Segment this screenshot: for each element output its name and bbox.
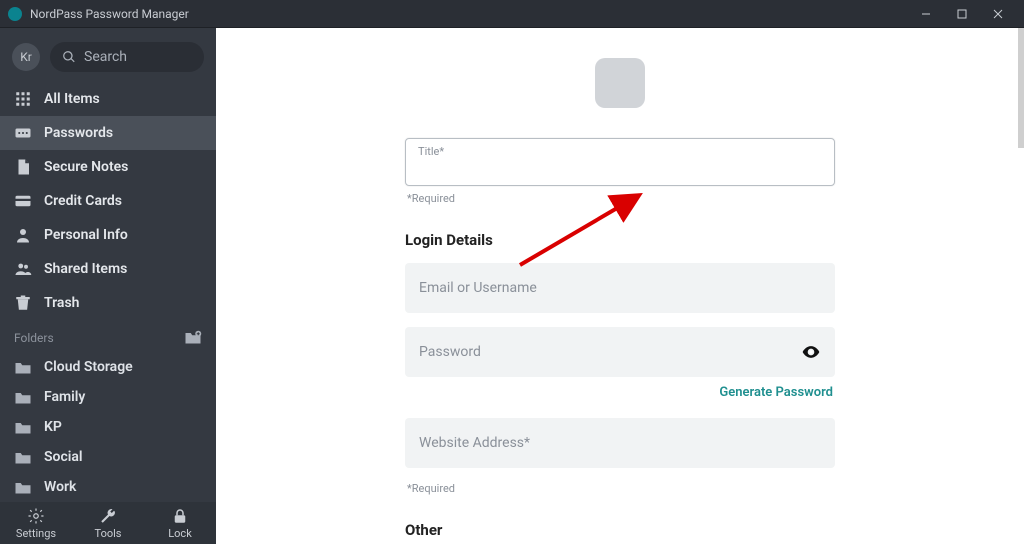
tools-button[interactable]: Tools — [72, 507, 144, 540]
sidebar-item-secure-notes[interactable]: Secure Notes — [0, 150, 216, 184]
folder-icon — [14, 480, 32, 494]
folder-cloud-storage[interactable]: Cloud Storage — [0, 352, 216, 382]
grid-icon — [14, 90, 32, 108]
lock-button[interactable]: Lock — [144, 507, 216, 540]
folder-icon — [14, 450, 32, 464]
app-logo-icon — [8, 7, 22, 21]
person-icon — [14, 226, 32, 244]
avatar-initials: Kr — [20, 50, 32, 64]
section-login-details: Login Details — [405, 231, 835, 249]
nav-categories: All Items Passwords Secure Notes Credit … — [0, 82, 216, 320]
card-icon — [14, 192, 32, 210]
folder-kp[interactable]: KP — [0, 412, 216, 442]
folders-header: Folders — [0, 320, 216, 352]
sidebar-item-label: All Items — [44, 91, 100, 107]
folder-label: Cloud Storage — [44, 359, 133, 375]
sidebar-item-label: Shared Items — [44, 261, 127, 277]
maximize-button[interactable] — [944, 0, 980, 28]
lock-label: Lock — [168, 527, 192, 540]
folder-label: Social — [44, 449, 83, 465]
title-field[interactable]: Title* — [405, 138, 835, 186]
password-field[interactable] — [405, 327, 835, 377]
generate-password-link[interactable]: Generate Password — [405, 385, 833, 400]
eye-icon[interactable] — [801, 342, 821, 362]
email-field[interactable] — [405, 263, 835, 313]
lock-icon — [171, 507, 189, 525]
folders-header-label: Folders — [14, 331, 54, 345]
tools-label: Tools — [95, 527, 122, 540]
sidebar-item-label: Secure Notes — [44, 159, 128, 175]
folder-icon — [14, 360, 32, 374]
sidebar-item-label: Credit Cards — [44, 193, 122, 209]
sidebar-item-label: Trash — [44, 295, 79, 311]
section-other: Other — [405, 521, 835, 539]
gear-icon — [27, 507, 45, 525]
settings-button[interactable]: Settings — [0, 507, 72, 540]
title-required-hint: *Required — [407, 192, 833, 205]
search-input[interactable]: Search — [50, 42, 204, 72]
sidebar: Kr Search All Items Passwords — [0, 28, 216, 544]
sidebar-item-label: Passwords — [44, 125, 113, 141]
folder-icon — [14, 390, 32, 404]
title-input[interactable] — [418, 159, 822, 177]
item-thumbnail[interactable] — [595, 58, 645, 108]
website-field[interactable] — [405, 418, 835, 468]
folder-family[interactable]: Family — [0, 382, 216, 412]
settings-label: Settings — [16, 527, 56, 540]
search-icon — [62, 50, 76, 64]
password-input[interactable] — [419, 344, 801, 360]
wrench-icon — [99, 507, 117, 525]
close-button[interactable] — [980, 0, 1016, 28]
sidebar-item-shared-items[interactable]: Shared Items — [0, 252, 216, 286]
folder-label: KP — [44, 419, 62, 435]
sidebar-item-personal-info[interactable]: Personal Info — [0, 218, 216, 252]
titlebar: NordPass Password Manager — [0, 0, 1024, 28]
email-input[interactable] — [419, 280, 821, 296]
sidebar-footer: Settings Tools Lock — [0, 502, 216, 544]
folder-list: Cloud Storage Family KP Social Work — [0, 352, 216, 502]
sidebar-item-all-items[interactable]: All Items — [0, 82, 216, 116]
sidebar-item-passwords[interactable]: Passwords — [0, 116, 216, 150]
sidebar-item-credit-cards[interactable]: Credit Cards — [0, 184, 216, 218]
sidebar-item-trash[interactable]: Trash — [0, 286, 216, 320]
folder-work[interactable]: Work — [0, 472, 216, 502]
window-title: NordPass Password Manager — [30, 7, 189, 21]
title-label: Title* — [418, 145, 822, 158]
sidebar-item-label: Personal Info — [44, 227, 128, 243]
add-folder-icon[interactable] — [184, 330, 202, 346]
folder-label: Work — [44, 479, 76, 495]
main-content: Title* *Required Login Details Generate … — [216, 28, 1024, 544]
avatar[interactable]: Kr — [12, 43, 40, 71]
folder-icon — [14, 420, 32, 434]
scrollbar[interactable] — [1018, 28, 1024, 148]
folder-social[interactable]: Social — [0, 442, 216, 472]
minimize-button[interactable] — [908, 0, 944, 28]
note-icon — [14, 158, 32, 176]
website-required-hint: *Required — [407, 482, 833, 495]
password-icon — [14, 124, 32, 142]
search-placeholder: Search — [84, 49, 127, 65]
trash-icon — [14, 294, 32, 312]
website-input[interactable] — [419, 435, 821, 451]
people-icon — [14, 260, 32, 278]
folder-label: Family — [44, 389, 85, 405]
